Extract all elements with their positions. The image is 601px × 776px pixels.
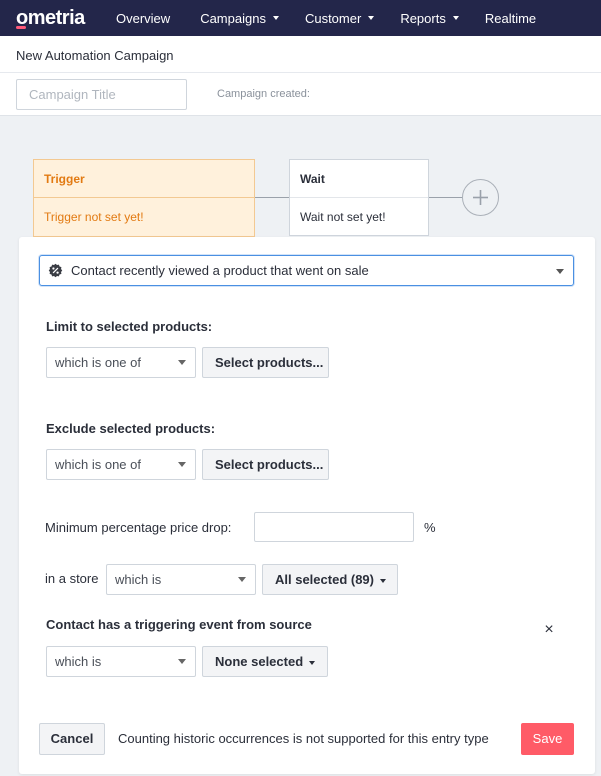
nav-label: Reports <box>400 10 446 26</box>
price-drop-input[interactable] <box>254 512 414 542</box>
nav-realtime[interactable]: Realtime <box>485 11 536 26</box>
percent-unit-label: % <box>424 520 436 535</box>
page-title: New Automation Campaign <box>16 48 174 63</box>
nav-label: Overview <box>116 10 171 26</box>
caret-down-icon <box>452 16 459 20</box>
trigger-node-status: Trigger not set yet! <box>44 210 144 224</box>
store-operator-value: which is <box>115 572 162 587</box>
source-label: Contact has a triggering event from sour… <box>46 617 312 632</box>
campaign-header: New Automation Campaign Campaign created… <box>0 36 601 116</box>
store-operator-select[interactable]: which is <box>106 564 256 595</box>
source-selection-value: None selected <box>215 654 304 669</box>
caret-down-icon <box>309 660 316 665</box>
trigger-type-select[interactable]: Contact recently viewed a product that w… <box>39 255 574 286</box>
price-drop-label: Minimum percentage price drop: <box>45 520 232 535</box>
historic-occurrences-note: Counting historic occurrences is not sup… <box>118 731 489 746</box>
chevron-down-icon <box>178 360 186 365</box>
exclude-select-products-button[interactable]: Select products... <box>202 449 329 480</box>
ometria-logo[interactable]: ometria <box>16 7 116 30</box>
save-button[interactable]: Save <box>521 723 574 755</box>
store-selection-button[interactable]: All selected (89) <box>262 564 398 595</box>
chevron-down-icon <box>238 577 246 582</box>
campaign-title-input[interactable] <box>16 79 187 110</box>
flow-connector <box>255 197 289 198</box>
flow-connector <box>429 197 462 198</box>
caret-down-icon <box>272 16 279 20</box>
wait-node[interactable]: Wait Wait not set yet! <box>289 159 429 236</box>
add-step-button[interactable] <box>462 179 499 216</box>
limit-select-products-button[interactable]: Select products... <box>202 347 329 378</box>
chevron-down-icon <box>178 462 186 467</box>
limit-operator-select[interactable]: which is one of <box>46 347 196 378</box>
nav-overview[interactable]: Overview <box>116 11 170 26</box>
exclude-products-label: Exclude selected products: <box>46 421 216 436</box>
chevron-down-icon <box>556 269 564 274</box>
logo-accent <box>16 25 26 29</box>
header-divider <box>0 72 601 73</box>
cancel-button[interactable]: Cancel <box>39 723 105 755</box>
plus-icon <box>473 190 488 205</box>
store-selection-value: All selected (89) <box>275 572 374 587</box>
exclude-operator-select[interactable]: which is one of <box>46 449 196 480</box>
remove-source-filter-button[interactable]: × <box>543 622 555 638</box>
trigger-type-value: Contact recently viewed a product that w… <box>71 263 369 278</box>
trigger-node[interactable]: Trigger Trigger not set yet! <box>33 159 255 237</box>
store-label: in a store <box>45 571 99 586</box>
nav-label: Realtime <box>484 10 537 26</box>
wait-node-status: Wait not set yet! <box>300 210 386 224</box>
caret-down-icon <box>380 578 386 583</box>
source-operator-value: which is <box>55 654 102 669</box>
limit-products-label: Limit to selected products: <box>46 319 213 334</box>
trigger-settings-panel <box>19 237 595 774</box>
chevron-down-icon <box>178 659 186 664</box>
nav-reports[interactable]: Reports <box>400 11 459 26</box>
wait-node-title: Wait <box>290 160 428 198</box>
exclude-operator-value: which is one of <box>55 457 141 472</box>
trigger-node-title: Trigger <box>34 160 254 198</box>
nav-label: Campaigns <box>200 10 266 26</box>
limit-operator-value: which is one of <box>55 355 141 370</box>
campaign-created-label: Campaign created: <box>217 88 310 100</box>
sale-badge-icon <box>48 263 63 278</box>
top-nav: ometria Overview Campaigns Customer Repo… <box>0 0 601 36</box>
logo-text: ometria <box>16 6 85 29</box>
nav-campaigns[interactable]: Campaigns <box>200 11 279 26</box>
nav-label: Customer <box>304 10 362 26</box>
nav-customer[interactable]: Customer <box>304 10 375 26</box>
source-selection-button[interactable]: None selected <box>202 646 328 677</box>
source-operator-select[interactable]: which is <box>46 646 196 677</box>
caret-down-icon <box>368 16 375 20</box>
